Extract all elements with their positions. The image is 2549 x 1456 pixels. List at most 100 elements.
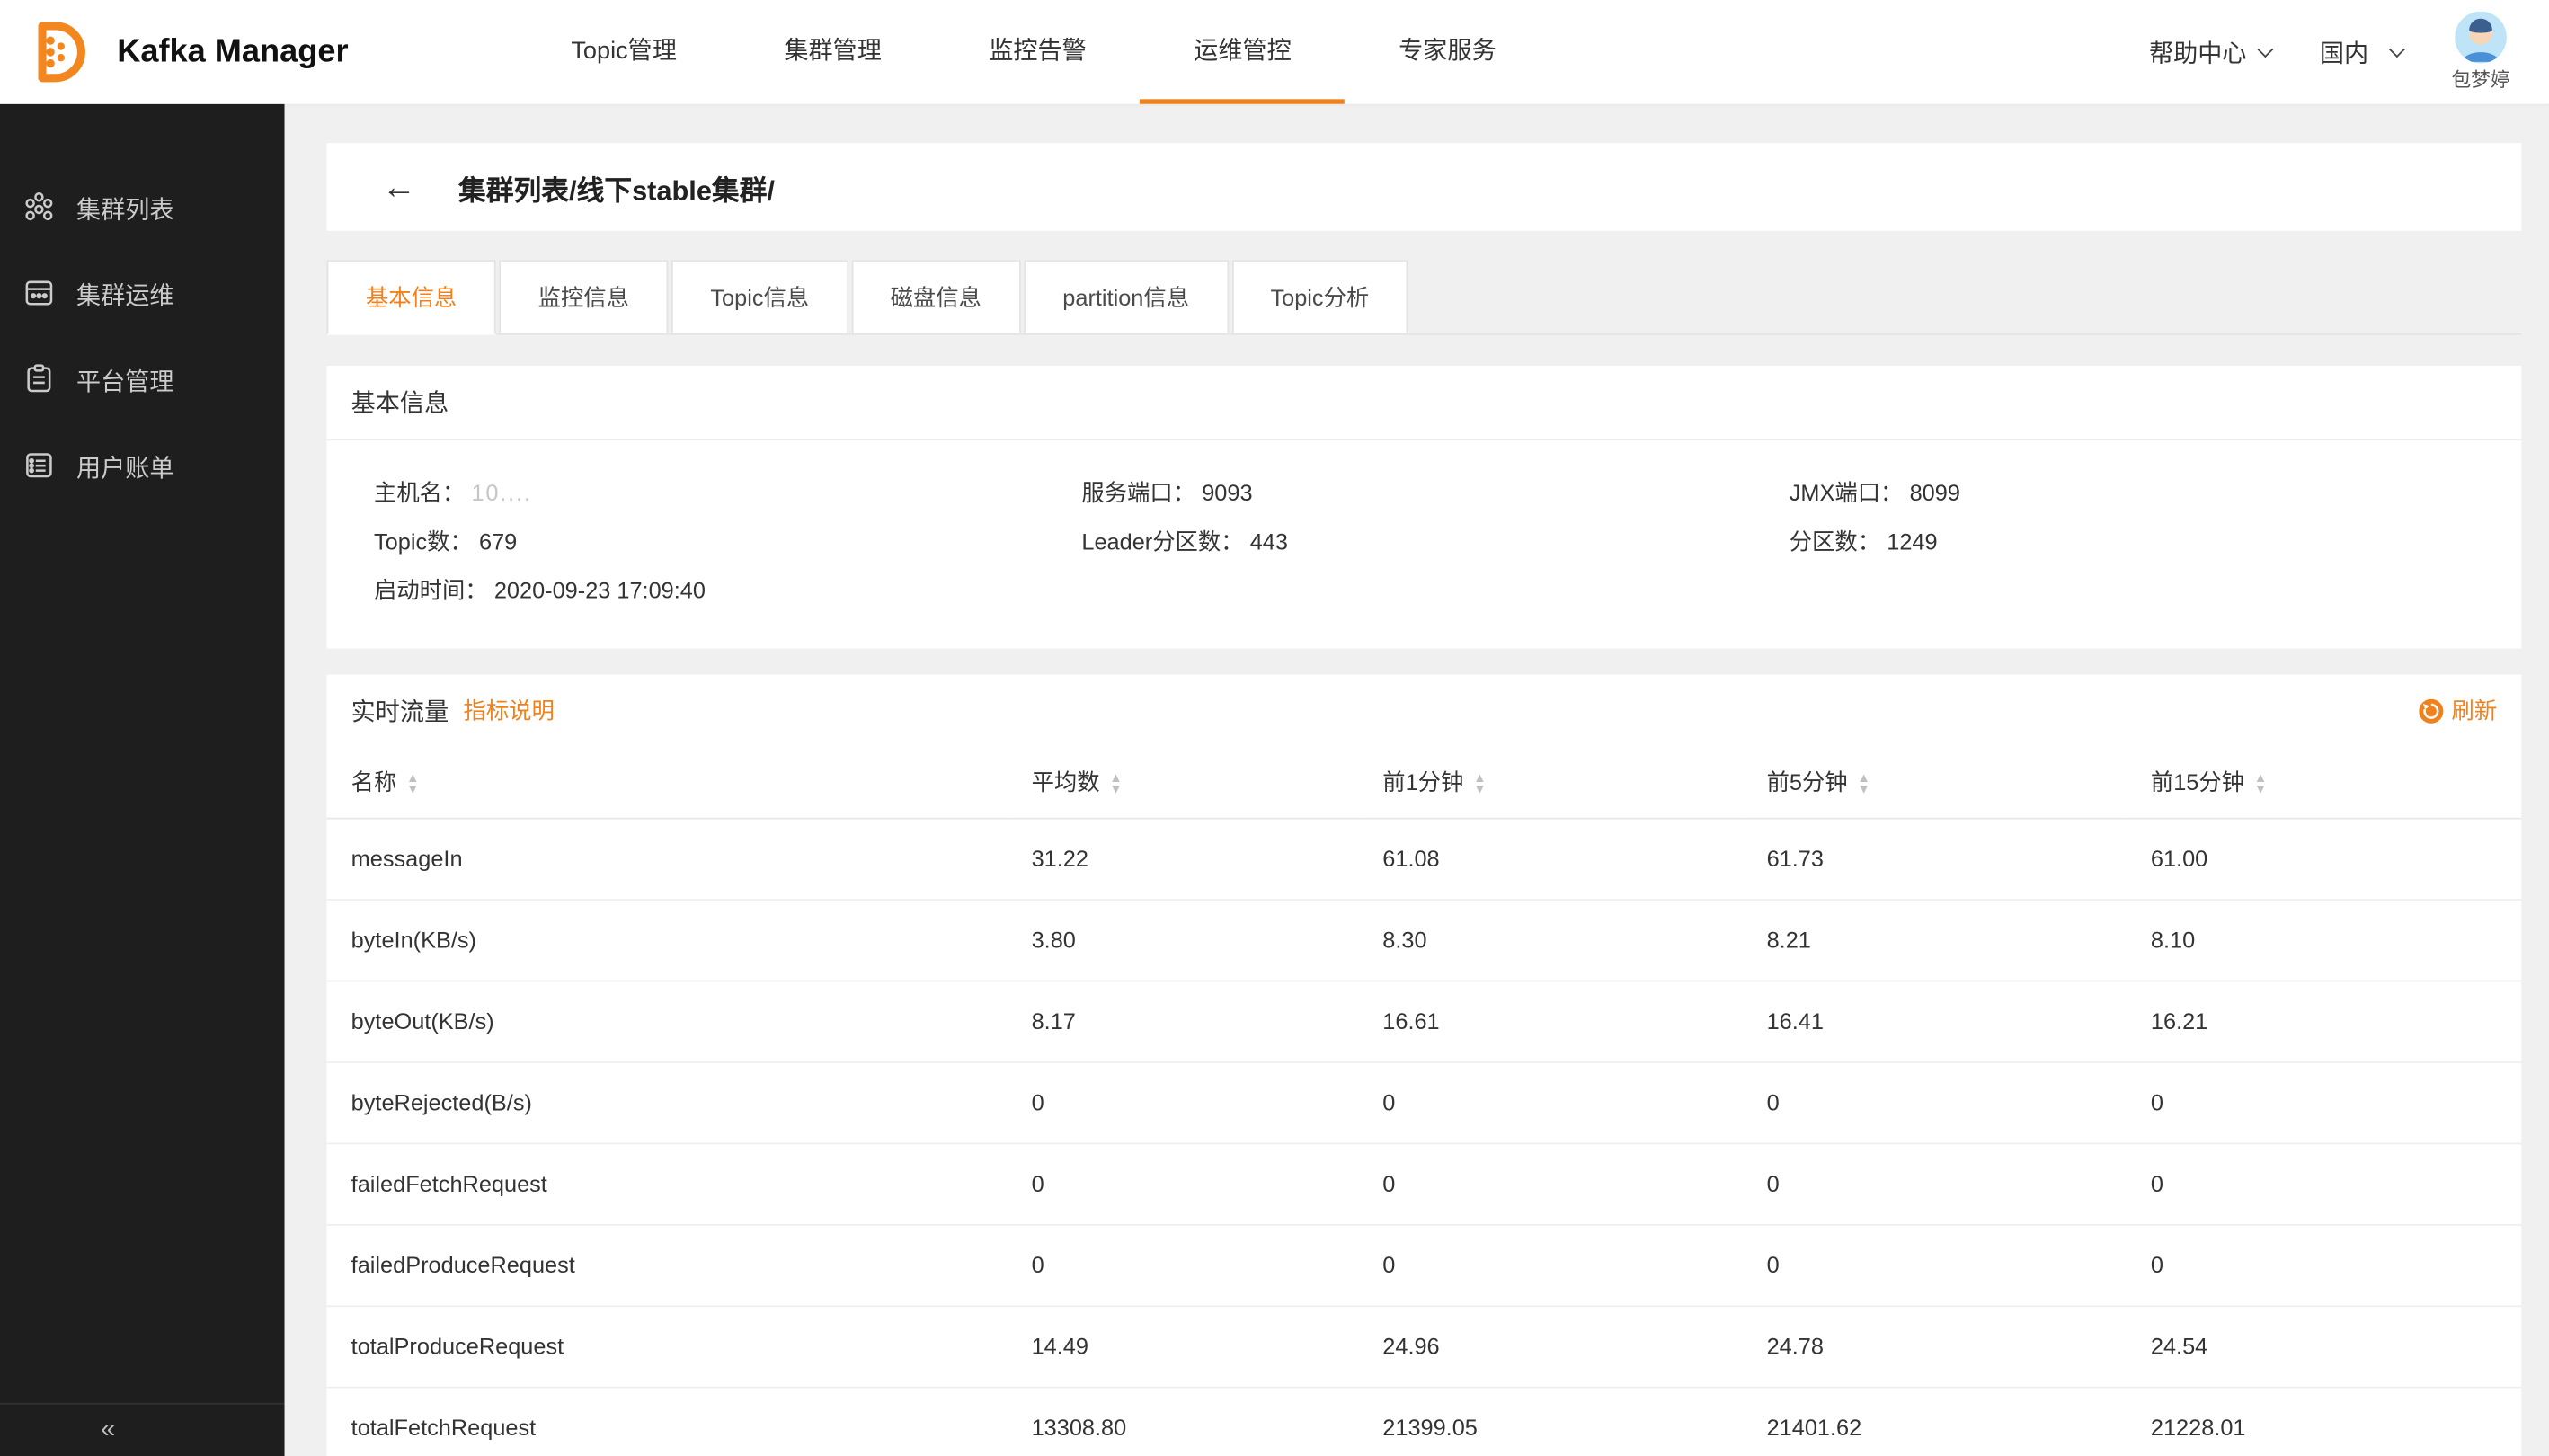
app-logo-icon [26, 20, 91, 84]
app-title: Kafka Manager [117, 33, 348, 71]
sidebar-item-label: 平台管理 [76, 364, 174, 398]
metrics-table: 名称▲▼平均数▲▼前1分钟▲▼前5分钟▲▼前15分钟▲▼ messageIn31… [327, 746, 2522, 1456]
metric-value-cell: 21399.05 [1358, 1387, 1742, 1456]
sidebar-item-用户账单[interactable]: 用户账单 [0, 424, 285, 510]
tab-磁盘信息[interactable]: 磁盘信息 [851, 260, 1020, 334]
page-title-bar: ← 集群列表/线下stable集群/ [327, 143, 2522, 231]
metric-value-cell: 8.30 [1358, 899, 1742, 980]
info-field: JMX端口：8099 [1790, 476, 2497, 509]
table-row: byteOut(KB/s)8.1716.6116.4116.21 [327, 981, 2522, 1061]
chevron-down-icon [2257, 40, 2273, 57]
sort-icon[interactable]: ▲▼ [1473, 772, 1486, 795]
sort-icon[interactable]: ▲▼ [1857, 772, 1870, 795]
sort-icon[interactable]: ▲▼ [1109, 772, 1122, 795]
cluster-ops-icon [22, 276, 55, 315]
nav-item-运维管控[interactable]: 运维管控 [1140, 0, 1345, 104]
main-content: ← 集群列表/线下stable集群/ 基本信息监控信息Topic信息磁盘信息pa… [285, 104, 2549, 1456]
metric-name-cell: totalProduceRequest [327, 1305, 1008, 1386]
metric-value-cell: 0 [2127, 1142, 2522, 1223]
basic-info-title: 基本信息 [351, 386, 449, 420]
field-label: 分区数： [1790, 525, 1880, 557]
column-header-前15分钟[interactable]: 前15分钟 ▲▼ [2127, 746, 2522, 818]
column-label: 前5分钟 [1767, 768, 1848, 795]
sidebar-item-平台管理[interactable]: 平台管理 [0, 338, 285, 424]
caret-down-icon: ▼ [406, 784, 419, 795]
realtime-header: 实时流量 指标说明 刷新 [327, 675, 2522, 747]
tab-监控信息[interactable]: 监控信息 [499, 260, 668, 334]
metric-value-cell: 0 [1007, 1142, 1358, 1223]
column-label: 前15分钟 [2151, 768, 2244, 795]
metric-value-cell: 24.78 [1742, 1305, 2126, 1386]
column-label: 平均数 [1032, 768, 1100, 795]
table-body: messageIn31.2261.0861.7361.00byteIn(KB/s… [327, 818, 2522, 1456]
sidebar-item-label: 集群列表 [76, 191, 174, 226]
tab-Topic分析[interactable]: Topic分析 [1231, 260, 1408, 334]
table-row: byteRejected(B/s)0000 [327, 1061, 2522, 1142]
metric-value-cell: 21401.62 [1742, 1387, 2126, 1456]
user-bill-icon [22, 448, 55, 486]
metric-value-cell: 16.61 [1358, 981, 1742, 1061]
refresh-button[interactable]: 刷新 [2419, 694, 2497, 726]
column-header-前1分钟[interactable]: 前1分钟▲▼ [1358, 746, 1742, 818]
realtime-traffic-card: 实时流量 指标说明 刷新 名称▲▼平均数▲▼前1分钟▲▼前5分钟▲▼前15分钟▲… [327, 675, 2522, 1456]
metric-explain-link[interactable]: 指标说明 [463, 694, 554, 726]
table-header-row: 名称▲▼平均数▲▼前1分钟▲▼前5分钟▲▼前15分钟▲▼ [327, 746, 2522, 818]
column-header-名称[interactable]: 名称 ▲▼ [327, 746, 1008, 818]
metric-value-cell: 0 [2127, 1061, 2522, 1142]
sort-icon[interactable]: ▲▼ [406, 772, 419, 795]
caret-down-icon: ▼ [2254, 784, 2267, 795]
collapse-icon: « [101, 1416, 115, 1445]
metric-name-cell: failedProduceRequest [327, 1224, 1008, 1305]
field-value: 10.... [472, 476, 532, 509]
app-root: Kafka Manager Topic管理集群管理监控告警运维管控专家服务 帮助… [0, 0, 2549, 1456]
table-row: totalFetchRequest13308.8021399.0521401.6… [327, 1387, 2522, 1456]
nav-item-专家服务[interactable]: 专家服务 [1345, 0, 1550, 104]
chevron-down-icon [2389, 40, 2405, 57]
table-row: byteIn(KB/s)3.808.308.218.10 [327, 899, 2522, 980]
field-value: 9093 [1202, 476, 1252, 509]
sidebar-item-label: 集群运维 [76, 278, 174, 312]
metric-value-cell: 0 [2127, 1224, 2522, 1305]
realtime-title: 实时流量 [351, 693, 449, 727]
tab-基本信息[interactable]: 基本信息 [327, 260, 496, 334]
back-arrow-icon[interactable]: ← [382, 170, 416, 204]
nav-item-Topic管理[interactable]: Topic管理 [518, 0, 731, 104]
user-profile[interactable]: 包梦婷 [2451, 12, 2509, 93]
caret-down-icon: ▼ [1857, 784, 1870, 795]
region-select[interactable]: 国内 [2320, 35, 2402, 69]
metric-value-cell: 8.17 [1007, 981, 1358, 1061]
metric-name-cell: byteRejected(B/s) [327, 1061, 1008, 1142]
field-label: 启动时间： [374, 573, 488, 606]
metric-name-cell: byteIn(KB/s) [327, 899, 1008, 980]
metric-name-cell: messageIn [327, 818, 1008, 899]
column-header-前5分钟[interactable]: 前5分钟 ▲▼ [1742, 746, 2126, 818]
tab-Topic信息[interactable]: Topic信息 [671, 260, 848, 334]
field-value: 1249 [1887, 525, 1937, 557]
tab-partition信息[interactable]: partition信息 [1024, 260, 1229, 334]
field-value: 2020-09-23 17:09:40 [494, 573, 706, 606]
metric-value-cell: 61.08 [1358, 818, 1742, 899]
metric-value-cell: 16.41 [1742, 981, 2126, 1061]
top-header: Kafka Manager Topic管理集群管理监控告警运维管控专家服务 帮助… [0, 0, 2549, 104]
metric-name-cell: totalFetchRequest [327, 1387, 1008, 1456]
metric-value-cell: 8.21 [1742, 899, 2126, 980]
sidebar-collapse-button[interactable]: « [0, 1403, 285, 1456]
column-label: 名称 [351, 768, 397, 795]
nav-item-监控告警[interactable]: 监控告警 [936, 0, 1141, 104]
nav-item-集群管理[interactable]: 集群管理 [731, 0, 936, 104]
sidebar-item-集群列表[interactable]: 集群列表 [0, 165, 285, 252]
sidebar-item-集群运维[interactable]: 集群运维 [0, 252, 285, 338]
sort-icon[interactable]: ▲▼ [2254, 772, 2267, 795]
metric-value-cell: 0 [1007, 1224, 1358, 1305]
avatar[interactable] [2455, 12, 2507, 64]
metric-value-cell: 3.80 [1007, 899, 1358, 980]
metric-value-cell: 0 [1742, 1224, 2126, 1305]
metric-value-cell: 21228.01 [2127, 1387, 2522, 1456]
help-center-link[interactable]: 帮助中心 [2149, 35, 2271, 69]
sidebar-item-label: 用户账单 [76, 450, 174, 484]
metric-value-cell: 16.21 [2127, 981, 2522, 1061]
refresh-icon [2419, 698, 2443, 723]
info-field: Topic数：679 [374, 525, 1081, 557]
info-field: 启动时间：2020-09-23 17:09:40 [374, 573, 1081, 606]
column-header-平均数[interactable]: 平均数 ▲▼ [1007, 746, 1358, 818]
